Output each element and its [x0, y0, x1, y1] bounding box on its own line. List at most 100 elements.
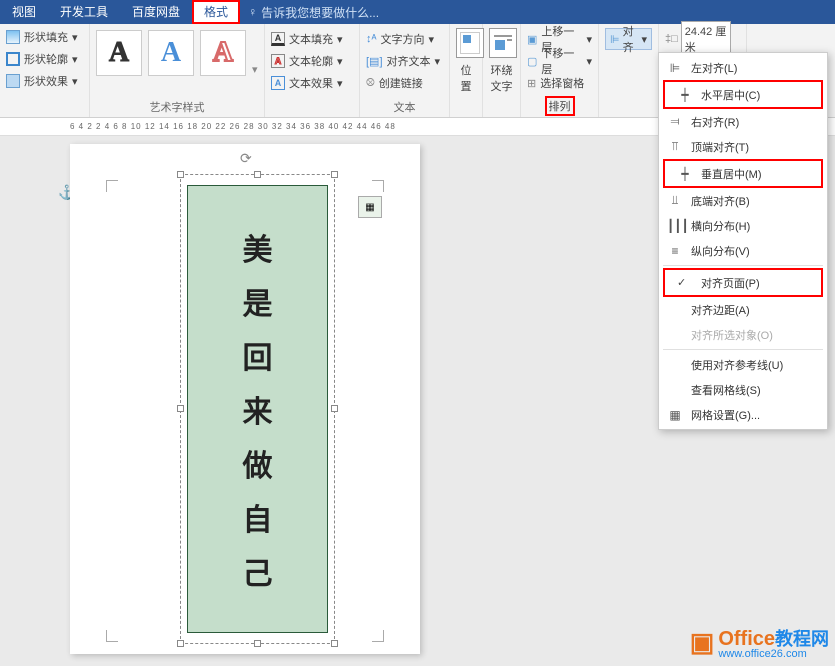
text-fill-icon: A	[271, 32, 285, 46]
align-icon: ⊫	[610, 33, 620, 46]
tell-me-text: 告诉我您想要做什么...	[261, 4, 379, 21]
resize-handle[interactable]	[254, 640, 261, 647]
tab-baidu[interactable]: 百度网盘	[120, 0, 192, 24]
align-right-icon: ⫤	[667, 114, 683, 129]
tell-me[interactable]: ♀ 告诉我您想要做什么...	[248, 4, 379, 21]
wordart-style-1[interactable]: A	[96, 30, 142, 76]
shape-effects-button[interactable]: 形状效果 ▾	[6, 70, 83, 92]
distribute-v-item[interactable]: ≡纵向分布(V)	[659, 238, 827, 263]
align-to-margin-item[interactable]: 对齐边距(A)	[659, 297, 827, 322]
chevron-down-icon: ▾	[72, 75, 78, 88]
chevron-down-icon: ▾	[337, 33, 343, 46]
view-gridlines-item[interactable]: 查看网格线(S)	[659, 377, 827, 402]
watermark: ▣ Office教程网 www.office26.com	[690, 625, 829, 660]
text-outline-button[interactable]: A文本轮廓 ▾	[271, 50, 353, 72]
chevron-down-icon: ▾	[337, 77, 343, 90]
shape-selection[interactable]: 美 是 回 来 做 自 己	[180, 174, 335, 644]
dropdown-separator	[663, 265, 823, 266]
group-align: ⊫对齐 ▾	[599, 24, 659, 117]
wrap-icon[interactable]	[489, 28, 517, 58]
position-icon[interactable]	[456, 28, 484, 58]
align-top-item[interactable]: ⫪顶端对齐(T)	[659, 134, 827, 159]
watermark-brand: Office	[718, 628, 775, 650]
chevron-down-icon: ▾	[428, 33, 434, 46]
align-selected-item: 对齐所选对象(O)	[659, 322, 827, 347]
shape-fill-button[interactable]: 形状填充 ▾	[6, 26, 83, 48]
margin-corner	[372, 180, 384, 192]
chevron-down-icon: ▾	[337, 55, 343, 68]
create-link-button[interactable]: ⮾创建链接	[366, 72, 443, 94]
distribute-h-item[interactable]: ┃┃┃横向分布(H)	[659, 213, 827, 238]
position-label[interactable]: 位置	[456, 62, 476, 94]
tab-devtools[interactable]: 开发工具	[48, 0, 120, 24]
group-arrange: ▣上移一层 ▾ ▢下移一层 ▾ ⊞选择窗格 排列	[521, 24, 599, 117]
layout-options-icon: ▦	[365, 202, 374, 213]
shape-char: 己	[243, 549, 273, 593]
align-menu-button[interactable]: ⊫对齐 ▾	[605, 28, 652, 50]
margin-corner	[106, 630, 118, 642]
watermark-url: www.office26.com	[718, 648, 829, 660]
distribute-h-icon: ┃┃┃	[667, 219, 683, 233]
layout-options-button[interactable]: ▦	[358, 196, 382, 218]
align-bottom-item[interactable]: ⫫底端对齐(B)	[659, 188, 827, 213]
selection-pane-button[interactable]: ⊞选择窗格	[527, 72, 592, 94]
check-icon: ✓	[677, 276, 693, 289]
text-group-label: 文本	[366, 99, 443, 117]
send-backward-button[interactable]: ▢下移一层 ▾	[527, 50, 592, 72]
resize-handle[interactable]	[177, 640, 184, 647]
shape-char: 来	[243, 387, 273, 431]
shape-char: 做	[243, 441, 273, 485]
resize-handle[interactable]	[331, 405, 338, 412]
align-text-button[interactable]: [▤]对齐文本 ▾	[366, 50, 443, 72]
use-guides-item[interactable]: 使用对齐参考线(U)	[659, 352, 827, 377]
align-left-item[interactable]: ⊫左对齐(L)	[659, 55, 827, 80]
align-right-item[interactable]: ⫤右对齐(R)	[659, 109, 827, 134]
height-icon: ‡□	[665, 33, 678, 45]
chevron-down-icon: ▾	[72, 53, 78, 66]
wrap-label[interactable]: 环绕文字	[489, 62, 514, 94]
watermark-sub: 教程网	[775, 629, 829, 649]
effects-icon	[6, 74, 20, 88]
align-hcenter-item[interactable]: ┿水平居中(C)	[669, 82, 817, 107]
text-fill-button[interactable]: A文本填充 ▾	[271, 28, 353, 50]
shape-outline-button[interactable]: 形状轮廓 ▾	[6, 48, 83, 70]
group-position: 位置	[450, 24, 483, 117]
chevron-down-icon: ▾	[72, 31, 78, 44]
grid-settings-item[interactable]: ▦网格设置(G)...	[659, 402, 827, 427]
arrange-group-label: 排列	[545, 96, 575, 116]
group-shape-styles: 形状填充 ▾ 形状轮廓 ▾ 形状效果 ▾	[0, 24, 90, 117]
text-direction-button[interactable]: ↕ᴬ文字方向 ▾	[366, 28, 443, 50]
wordart-style-3[interactable]: A	[200, 30, 246, 76]
page: ⟳ ▦ 美 是 回 来 做 自 己	[70, 144, 420, 654]
group-text: ↕ᴬ文字方向 ▾ [▤]对齐文本 ▾ ⮾创建链接 文本	[360, 24, 450, 117]
align-vcenter-icon: ┿	[677, 167, 693, 181]
align-vcenter-item[interactable]: ┿垂直居中(M)	[669, 161, 817, 186]
wordart-gallery[interactable]: A A A ▾	[96, 26, 258, 80]
text-effects-icon: A	[271, 76, 285, 90]
resize-handle[interactable]	[177, 405, 184, 412]
margin-corner	[106, 180, 118, 192]
align-dropdown: ⊫左对齐(L) ┿水平居中(C) ⫤右对齐(R) ⫪顶端对齐(T) ┿垂直居中(…	[658, 52, 828, 430]
shape-char: 自	[243, 495, 273, 539]
gallery-more-icon[interactable]: ▾	[252, 63, 258, 76]
shape-char: 是	[243, 279, 273, 323]
resize-handle[interactable]	[254, 171, 261, 178]
align-to-page-item[interactable]: ✓对齐页面(P)	[669, 270, 817, 295]
group-wordart: A A A ▾ 艺术字样式	[90, 24, 265, 117]
wordart-style-2[interactable]: A	[148, 30, 194, 76]
tab-format[interactable]: 格式	[192, 0, 240, 24]
tab-view[interactable]: 视图	[0, 0, 48, 24]
align-bottom-icon: ⫫	[667, 193, 683, 208]
distribute-v-icon: ≡	[667, 244, 683, 258]
text-shape[interactable]: 美 是 回 来 做 自 己	[187, 185, 328, 633]
resize-handle[interactable]	[331, 640, 338, 647]
text-effects-button[interactable]: A文本效果 ▾	[271, 72, 353, 94]
group-text-format: A文本填充 ▾ A文本轮廓 ▾ A文本效果 ▾	[265, 24, 360, 117]
resize-handle[interactable]	[177, 171, 184, 178]
link-icon: ⮾	[366, 77, 375, 90]
grid-icon: ▦	[667, 408, 683, 422]
resize-handle[interactable]	[331, 171, 338, 178]
rotate-handle-icon[interactable]: ⟳	[240, 150, 252, 167]
lightbulb-icon: ♀	[248, 5, 257, 19]
fill-icon	[6, 30, 20, 44]
